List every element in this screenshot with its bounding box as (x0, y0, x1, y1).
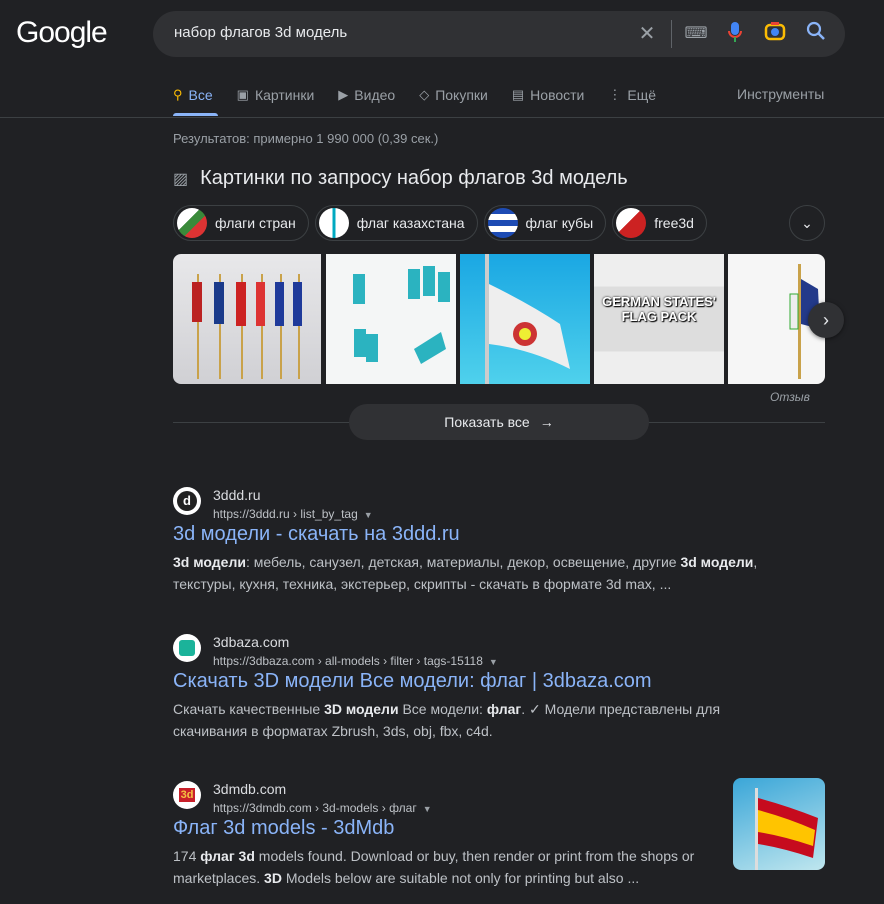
tab-label: Видео (354, 87, 396, 103)
snippet-text: флаг (486, 701, 522, 717)
tab-more[interactable]: ⋮ Ещё (608, 86, 656, 104)
google-logo[interactable]: Google (16, 16, 108, 50)
site-url[interactable]: https://3dmdb.com › 3d-models › флаг ▼ (213, 801, 432, 815)
image-overlay-text: GERMAN STATES' FLAG PACK (602, 294, 716, 324)
arrow-right-icon: → (539, 414, 554, 430)
images-heading-text: Картинки по запросу набор флагов 3d моде… (200, 167, 628, 189)
snippet-text: Models below are suitable not only for p… (281, 870, 640, 886)
dropdown-icon[interactable]: ▼ (364, 510, 373, 520)
feedback-link[interactable]: Отзыв (770, 390, 810, 404)
result-snippet: 174 флаг 3d models found. Download or bu… (173, 845, 713, 889)
search-result: 3dbaza.com https://3dbaza.com › all-mode… (173, 634, 773, 754)
search-input[interactable]: набор флагов 3d модель (174, 24, 347, 41)
news-icon: ▤ (511, 87, 525, 102)
site-url[interactable]: https://3ddd.ru › list_by_tag ▼ (213, 507, 373, 521)
more-icon: ⋮ (608, 87, 622, 102)
site-favicon: d (173, 487, 201, 515)
snippet-text: : мебель, санузел, детская, материалы, д… (245, 554, 681, 570)
search-bar[interactable]: набор флагов 3d модель ✕ ⌨ (153, 11, 845, 57)
site-favicon: 3d (173, 781, 201, 809)
next-images-button[interactable]: › (808, 302, 844, 338)
tab-label: Все (188, 87, 213, 103)
image-thumbnail[interactable] (326, 254, 456, 384)
chip-thumbnail (177, 208, 207, 238)
chip[interactable]: флаг кубы (483, 205, 607, 241)
tab-images[interactable]: ▣ Картинки (237, 86, 315, 104)
site-name[interactable]: 3ddd.ru (213, 487, 260, 503)
search-result: d 3ddd.ru https://3ddd.ru › list_by_tag ▼… (173, 487, 773, 607)
chip-label: флаги стран (215, 215, 296, 231)
play-icon: ▶ (338, 87, 349, 102)
result-title-link[interactable]: 3d модели - скачать на 3ddd.ru (173, 523, 460, 546)
image-icon: ▣ (236, 87, 249, 102)
chip-label: free3d (654, 215, 694, 231)
search-icon: ⚲ (173, 87, 183, 102)
result-thumbnail[interactable] (733, 778, 825, 870)
result-snippet: 3d модели: мебель, санузел, детская, мат… (173, 551, 773, 595)
active-tab-indicator (173, 113, 218, 116)
chip[interactable]: флаги стран (173, 205, 309, 241)
search-divider (671, 20, 672, 48)
dropdown-icon[interactable]: ▼ (423, 804, 432, 814)
chip-thumbnail (487, 208, 518, 238)
chip-thumbnail (616, 208, 647, 238)
site-favicon (173, 634, 201, 662)
microphone-icon[interactable] (722, 21, 748, 50)
header-divider (0, 117, 884, 118)
images-heading[interactable]: ▨ Картинки по запросу набор флагов 3d мод… (173, 167, 628, 190)
chip[interactable]: free3d (612, 205, 707, 241)
result-title-link[interactable]: Флаг 3d models - 3dMdb (173, 817, 394, 840)
chip-thumbnail (318, 208, 349, 238)
tab-label: Новости (530, 87, 585, 103)
snippet-text: Все модели: (398, 701, 487, 717)
site-url[interactable]: https://3dbaza.com › all-models › filter… (213, 654, 498, 668)
url-text: https://3dmdb.com › 3d-models › флаг (213, 801, 417, 815)
snippet-text: Скачать качественные (173, 701, 325, 717)
result-snippet: Скачать качественные 3D модели Все модел… (173, 698, 773, 742)
image-chips: флаги стран флаг казахстана флаг кубы fr… (173, 205, 707, 241)
image-icon: ▨ (173, 170, 189, 188)
tab-video[interactable]: ▶ Видео (338, 86, 395, 104)
show-all-button[interactable]: Показать все → (349, 404, 649, 440)
tab-label: Картинки (254, 87, 315, 103)
keyboard-icon[interactable]: ⌨ (683, 21, 709, 47)
dropdown-icon[interactable]: ▼ (489, 657, 498, 667)
camera-icon[interactable] (762, 21, 788, 48)
url-text: https://3ddd.ru › list_by_tag (213, 507, 358, 521)
show-all-label: Показать все (444, 414, 530, 430)
search-result: 3d 3dmdb.com https://3dmdb.com › 3d-mode… (173, 781, 713, 901)
tab-label: Ещё (627, 87, 657, 103)
search-tabs: ⚲ Все ▣ Картинки ▶ Видео ◇ Покупки ▤ Новости … (173, 86, 680, 104)
chip[interactable]: флаг казахстана (314, 205, 478, 241)
chips-expand-button[interactable]: ⌄ (789, 205, 825, 241)
tab-label: Покупки (435, 87, 488, 103)
tab-shopping[interactable]: ◇ Покупки (419, 86, 488, 104)
snippet-text: 3D (264, 870, 282, 886)
search-icon[interactable] (803, 21, 829, 48)
site-name[interactable]: 3dbaza.com (213, 634, 289, 650)
tab-all[interactable]: ⚲ Все (173, 86, 213, 104)
image-thumbnail[interactable] (173, 254, 321, 384)
tag-icon: ◇ (419, 87, 430, 102)
image-thumbnail[interactable] (460, 254, 590, 384)
url-text: https://3dbaza.com › all-models › filter… (213, 654, 483, 668)
image-thumbnail[interactable]: GERMAN STATES' FLAG PACK (594, 254, 724, 384)
snippet-text: 3d модели (680, 554, 754, 570)
tools-button[interactable]: Инструменты (737, 86, 824, 102)
results-count: Результатов: примерно 1 990 000 (0,39 се… (173, 131, 439, 146)
clear-icon[interactable]: ✕ (634, 21, 660, 47)
result-title-link[interactable]: Скачать 3D модели Все модели: флаг | 3db… (173, 670, 652, 693)
snippet-text: 3d модели (173, 554, 246, 570)
snippet-text: флаг 3d (200, 848, 255, 864)
snippet-text: 3D модели (324, 701, 399, 717)
tab-news[interactable]: ▤ Новости (512, 86, 585, 104)
site-name[interactable]: 3dmdb.com (213, 781, 286, 797)
chip-label: флаг казахстана (356, 215, 465, 231)
chip-label: флаг кубы (525, 215, 594, 231)
snippet-text: 174 (173, 848, 201, 864)
